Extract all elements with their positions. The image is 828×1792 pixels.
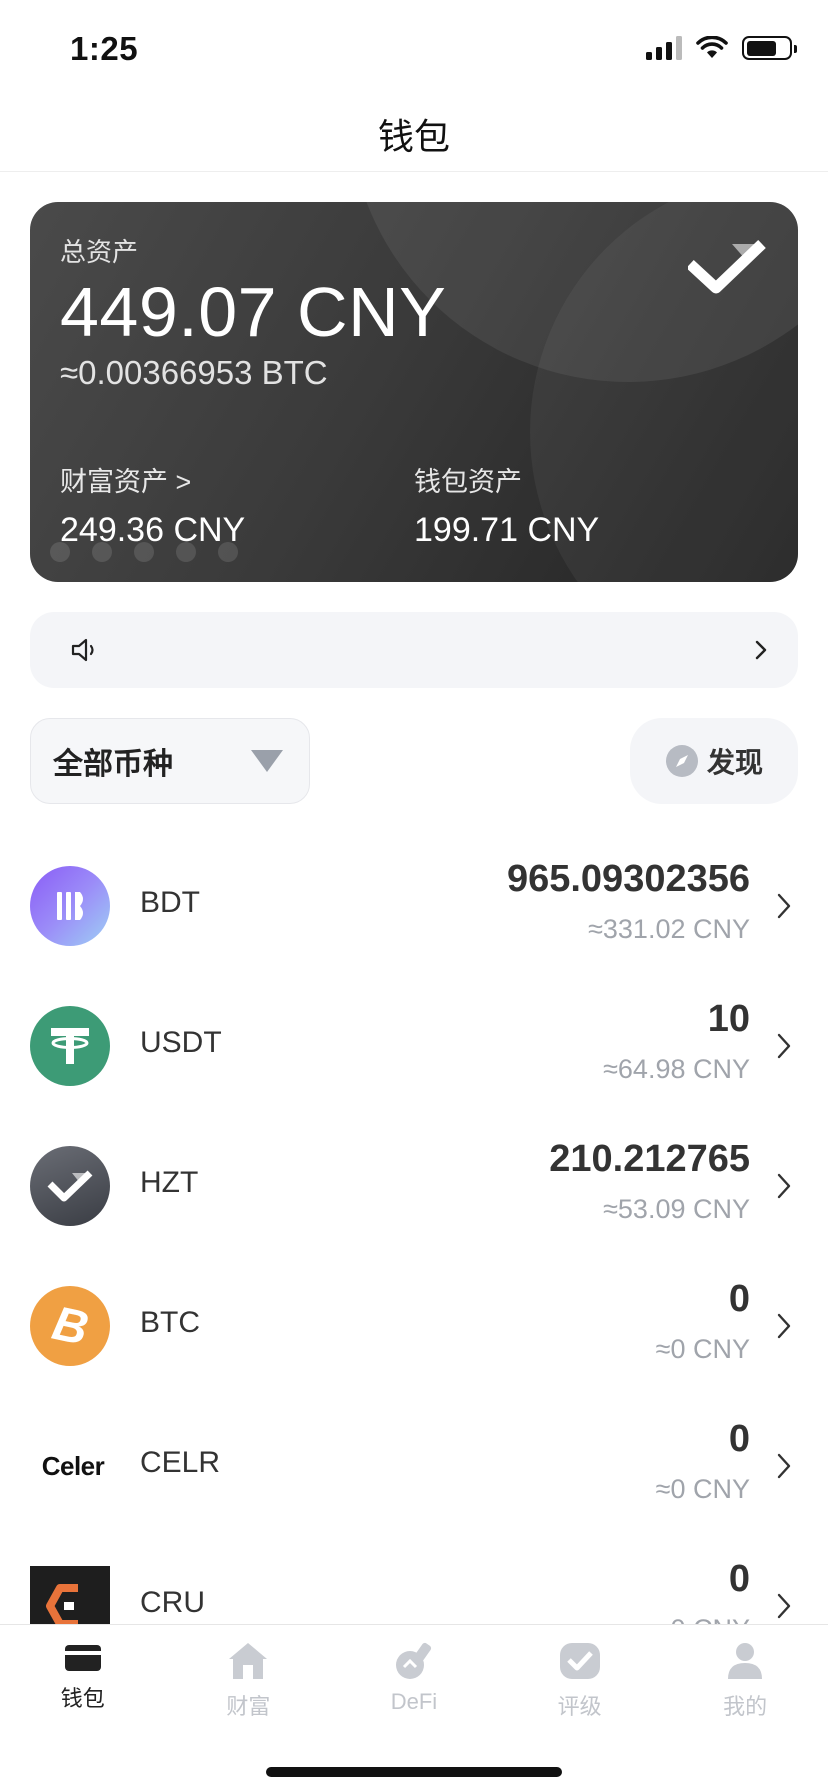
status-icons (646, 36, 797, 60)
status-time: 1:25 (70, 30, 139, 67)
chevron-right-icon (777, 1313, 791, 1339)
home-icon (229, 1643, 268, 1679)
tab-wealth[interactable]: 财富 (166, 1625, 332, 1735)
coin-cny-value: ≈0 CNY (655, 1334, 750, 1364)
card-dot-decoration (50, 542, 238, 562)
wallet-asset-label: 钱包资产 (414, 467, 522, 497)
chevron-right-icon (777, 893, 791, 919)
currency-filter-dropdown[interactable]: 全部币种 (30, 718, 310, 804)
speaker-icon (71, 638, 94, 662)
coin-amount: 0 (728, 1418, 750, 1460)
tab-label: 我的 (723, 1694, 768, 1719)
coin-cny-value: ≈0 CNY (655, 1474, 750, 1504)
tab-wallet[interactable]: 钱包 (0, 1625, 166, 1735)
wealth-asset-label: 财富资产 > (60, 467, 192, 497)
coin-amount: 0 (728, 1558, 750, 1600)
usdt-icon (30, 1006, 110, 1086)
chevron-right-icon (777, 1173, 791, 1199)
coin-row-hzt[interactable]: HZT 210.212765 ≈53.09 CNY (0, 1116, 828, 1256)
tab-label: 钱包 (60, 1686, 105, 1711)
wallet-icon (64, 1645, 101, 1671)
coin-symbol: CRU (140, 1586, 205, 1619)
coin-symbol: USDT (140, 1026, 222, 1059)
tab-label: 评级 (557, 1694, 602, 1719)
coin-symbol: CELR (140, 1446, 221, 1479)
tab-defi[interactable]: DeFi (331, 1625, 497, 1735)
triangle-down-icon (251, 750, 283, 772)
tab-label: DeFi (390, 1689, 438, 1714)
coin-cny-value: ≈53.09 CNY (603, 1194, 750, 1224)
coin-row-cru[interactable]: CRU 0 ≈0 CNY (0, 1536, 828, 1624)
coin-symbol: BDT (140, 886, 200, 919)
battery-icon (742, 36, 797, 60)
coin-cny-value: ≈64.98 CNY (603, 1054, 750, 1084)
coin-cny-value: ≈0 CNY (656, 1614, 750, 1624)
coin-cny-value: ≈331.02 CNY (588, 914, 750, 944)
discover-button[interactable]: 发现 (630, 718, 798, 804)
profile-icon (728, 1643, 763, 1679)
tab-label: 财富 (226, 1694, 271, 1719)
coin-symbol: HZT (140, 1166, 199, 1199)
wealth-asset-link[interactable]: 财富资产 > 249.36 CNY (60, 460, 245, 550)
wallet-asset: 钱包资产 199.71 CNY (414, 460, 599, 550)
announcement-bar[interactable] (30, 612, 798, 688)
rating-icon (559, 1643, 600, 1679)
cellular-signal-icon (646, 36, 682, 60)
tab-rating[interactable]: 评级 (497, 1625, 663, 1735)
status-bar: 1:25 (0, 0, 828, 96)
currency-filter-label: 全部币种 (53, 748, 173, 781)
chevron-right-icon (777, 1033, 791, 1059)
coin-amount: 965.09302356 (506, 858, 750, 900)
chevron-right-icon (777, 1593, 791, 1619)
bottom-tab-bar: 钱包 财富 DeFi 评级 我的 (0, 1624, 828, 1792)
home-indicator (266, 1767, 562, 1777)
chevron-right-icon (777, 1453, 791, 1479)
total-asset-card: 总资产 449.07 CNY ≈0.00366953 BTC 财富资产 > 24… (30, 202, 798, 582)
coin-row-bdt[interactable]: BDT 965.09302356 ≈331.02 CNY (0, 836, 828, 976)
coin-list: BDT 965.09302356 ≈331.02 CNY USDT 10 ≈64… (0, 836, 828, 1624)
brand-logo-icon (688, 240, 766, 294)
compass-icon (665, 745, 698, 777)
hzt-icon (30, 1146, 110, 1226)
wifi-icon (696, 36, 728, 58)
coin-symbol: BTC (140, 1306, 200, 1339)
tab-profile[interactable]: 我的 (662, 1625, 828, 1735)
page-title: 钱包 (377, 115, 450, 157)
celer-icon: Celer (28, 1426, 118, 1506)
discover-label: 发现 (706, 747, 763, 778)
total-asset-btc-value: ≈0.00366953 BTC (60, 354, 328, 391)
coin-amount: 210.212765 (549, 1138, 750, 1180)
cru-icon (30, 1566, 110, 1624)
nav-header: 钱包 (0, 96, 828, 172)
coin-row-btc[interactable]: B BTC 0 ≈0 CNY (0, 1256, 828, 1396)
bdt-icon (30, 866, 110, 946)
defi-icon (395, 1642, 432, 1679)
celer-logo-text: Celer (41, 1450, 105, 1481)
total-asset-value: 449.07 CNY (60, 273, 447, 351)
coin-amount: 0 (728, 1278, 750, 1320)
coin-row-usdt[interactable]: USDT 10 ≈64.98 CNY (0, 976, 828, 1116)
coin-amount: 10 (707, 998, 750, 1040)
coin-row-celr[interactable]: Celer CELR 0 ≈0 CNY (0, 1396, 828, 1536)
total-asset-label: 总资产 (60, 237, 139, 267)
wallet-asset-value: 199.71 CNY (414, 511, 600, 549)
btc-icon: B (30, 1286, 110, 1366)
chevron-right-icon (755, 640, 767, 660)
